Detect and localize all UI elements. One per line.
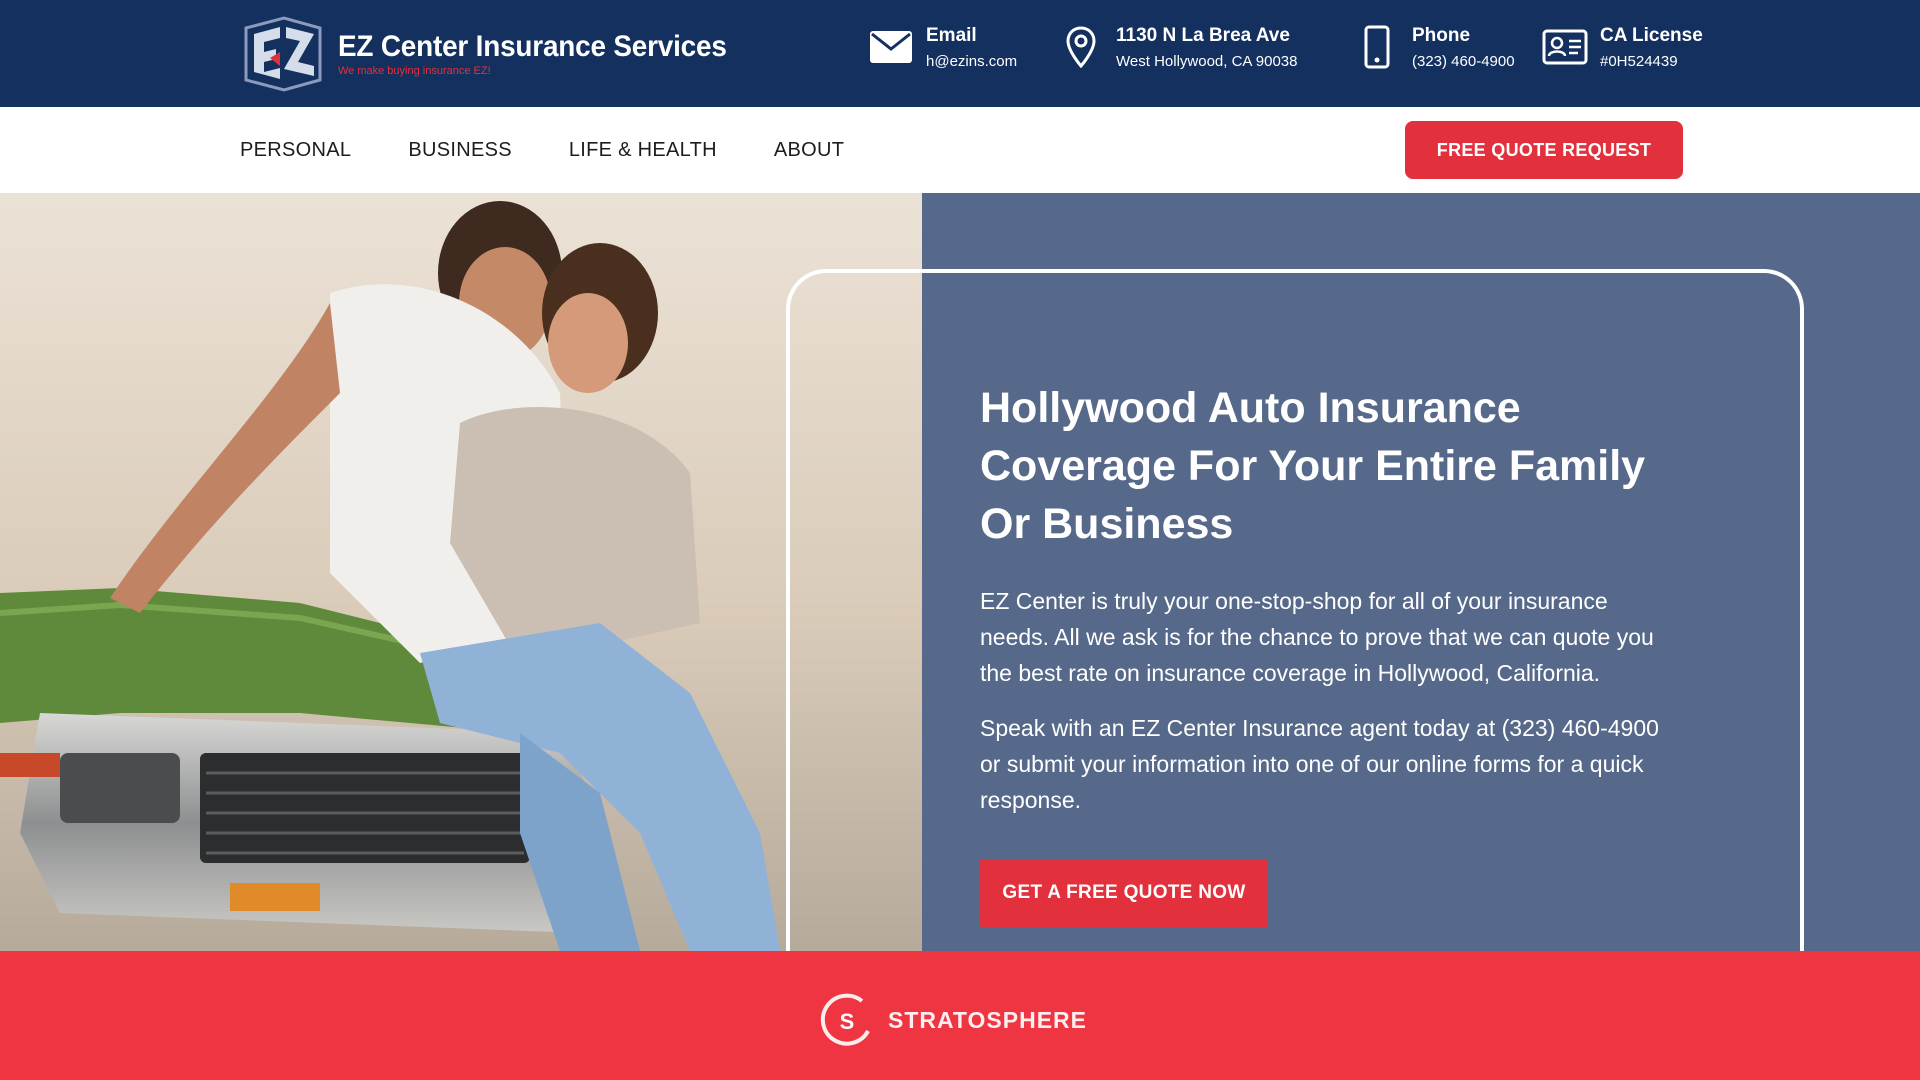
id-card-icon: [1542, 24, 1588, 70]
get-free-quote-button[interactable]: GET A FREE QUOTE NOW: [980, 859, 1268, 927]
stratosphere-logo[interactable]: S STRATOSPHERE: [818, 991, 1087, 1049]
brand-name: EZ Center Insurance Services: [338, 30, 727, 63]
phone-label: Phone: [1412, 25, 1471, 46]
contact-info: Email h@ezins.com 1130 N La Brea Ave Wes…: [868, 24, 1703, 72]
address-street: 1130 N La Brea Ave: [1116, 25, 1290, 46]
address-city: West Hollywood, CA 90038: [1116, 53, 1298, 70]
nav-personal[interactable]: PERSONAL: [240, 139, 351, 162]
license-value: #0H524439: [1600, 53, 1678, 70]
hero-title: Hollywood Auto Insurance Coverage For Yo…: [980, 384, 1646, 548]
contact-license: CA License #0H524439: [1542, 24, 1703, 72]
phone-icon: [1354, 24, 1400, 70]
envelope-icon: [868, 24, 914, 70]
footer-band: S STRATOSPHERE: [0, 951, 1920, 1080]
ez-logo-icon: [244, 16, 322, 92]
main-nav: PERSONAL BUSINESS LIFE & HEALTH ABOUT FR…: [0, 107, 1920, 193]
hero-intro: EZ Center is truly your one-stop-shop fo…: [980, 588, 1654, 686]
contact-email[interactable]: Email h@ezins.com: [868, 24, 1038, 72]
nav-business[interactable]: BUSINESS: [408, 139, 512, 162]
hero-content: Hollywood Auto Insurance Coverage For Yo…: [980, 379, 1660, 927]
svg-text:S: S: [840, 1009, 855, 1034]
nav-about[interactable]: ABOUT: [774, 139, 844, 162]
email-value[interactable]: h@ezins.com: [926, 52, 1017, 72]
contact-address[interactable]: 1130 N La Brea Ave West Hollywood, CA 90…: [1058, 24, 1336, 72]
free-quote-request-button[interactable]: FREE QUOTE REQUEST: [1405, 121, 1683, 179]
phone-value[interactable]: (323) 460-4900: [1412, 52, 1515, 72]
top-bar: EZ Center Insurance Services We make buy…: [0, 0, 1920, 107]
nav-life-health[interactable]: LIFE & HEALTH: [569, 139, 717, 162]
hero-photo-couple-on-car: [0, 193, 922, 951]
stratosphere-icon: S: [820, 993, 870, 1046]
license-label: CA License: [1600, 25, 1703, 46]
map-pin-icon: [1058, 24, 1104, 70]
stratosphere-label: STRATOSPHERE: [888, 1006, 1088, 1033]
email-label: Email: [926, 25, 977, 46]
brand-tagline: We make buying insurance EZ!: [338, 65, 491, 77]
brand-logo[interactable]: EZ Center Insurance Services We make buy…: [240, 14, 756, 94]
hero-section: Hollywood Auto Insurance Coverage For Yo…: [0, 193, 1920, 951]
contact-phone[interactable]: Phone (323) 460-4900: [1354, 24, 1526, 72]
hero-contact-text: Speak with an EZ Center Insurance agent …: [980, 715, 1659, 813]
